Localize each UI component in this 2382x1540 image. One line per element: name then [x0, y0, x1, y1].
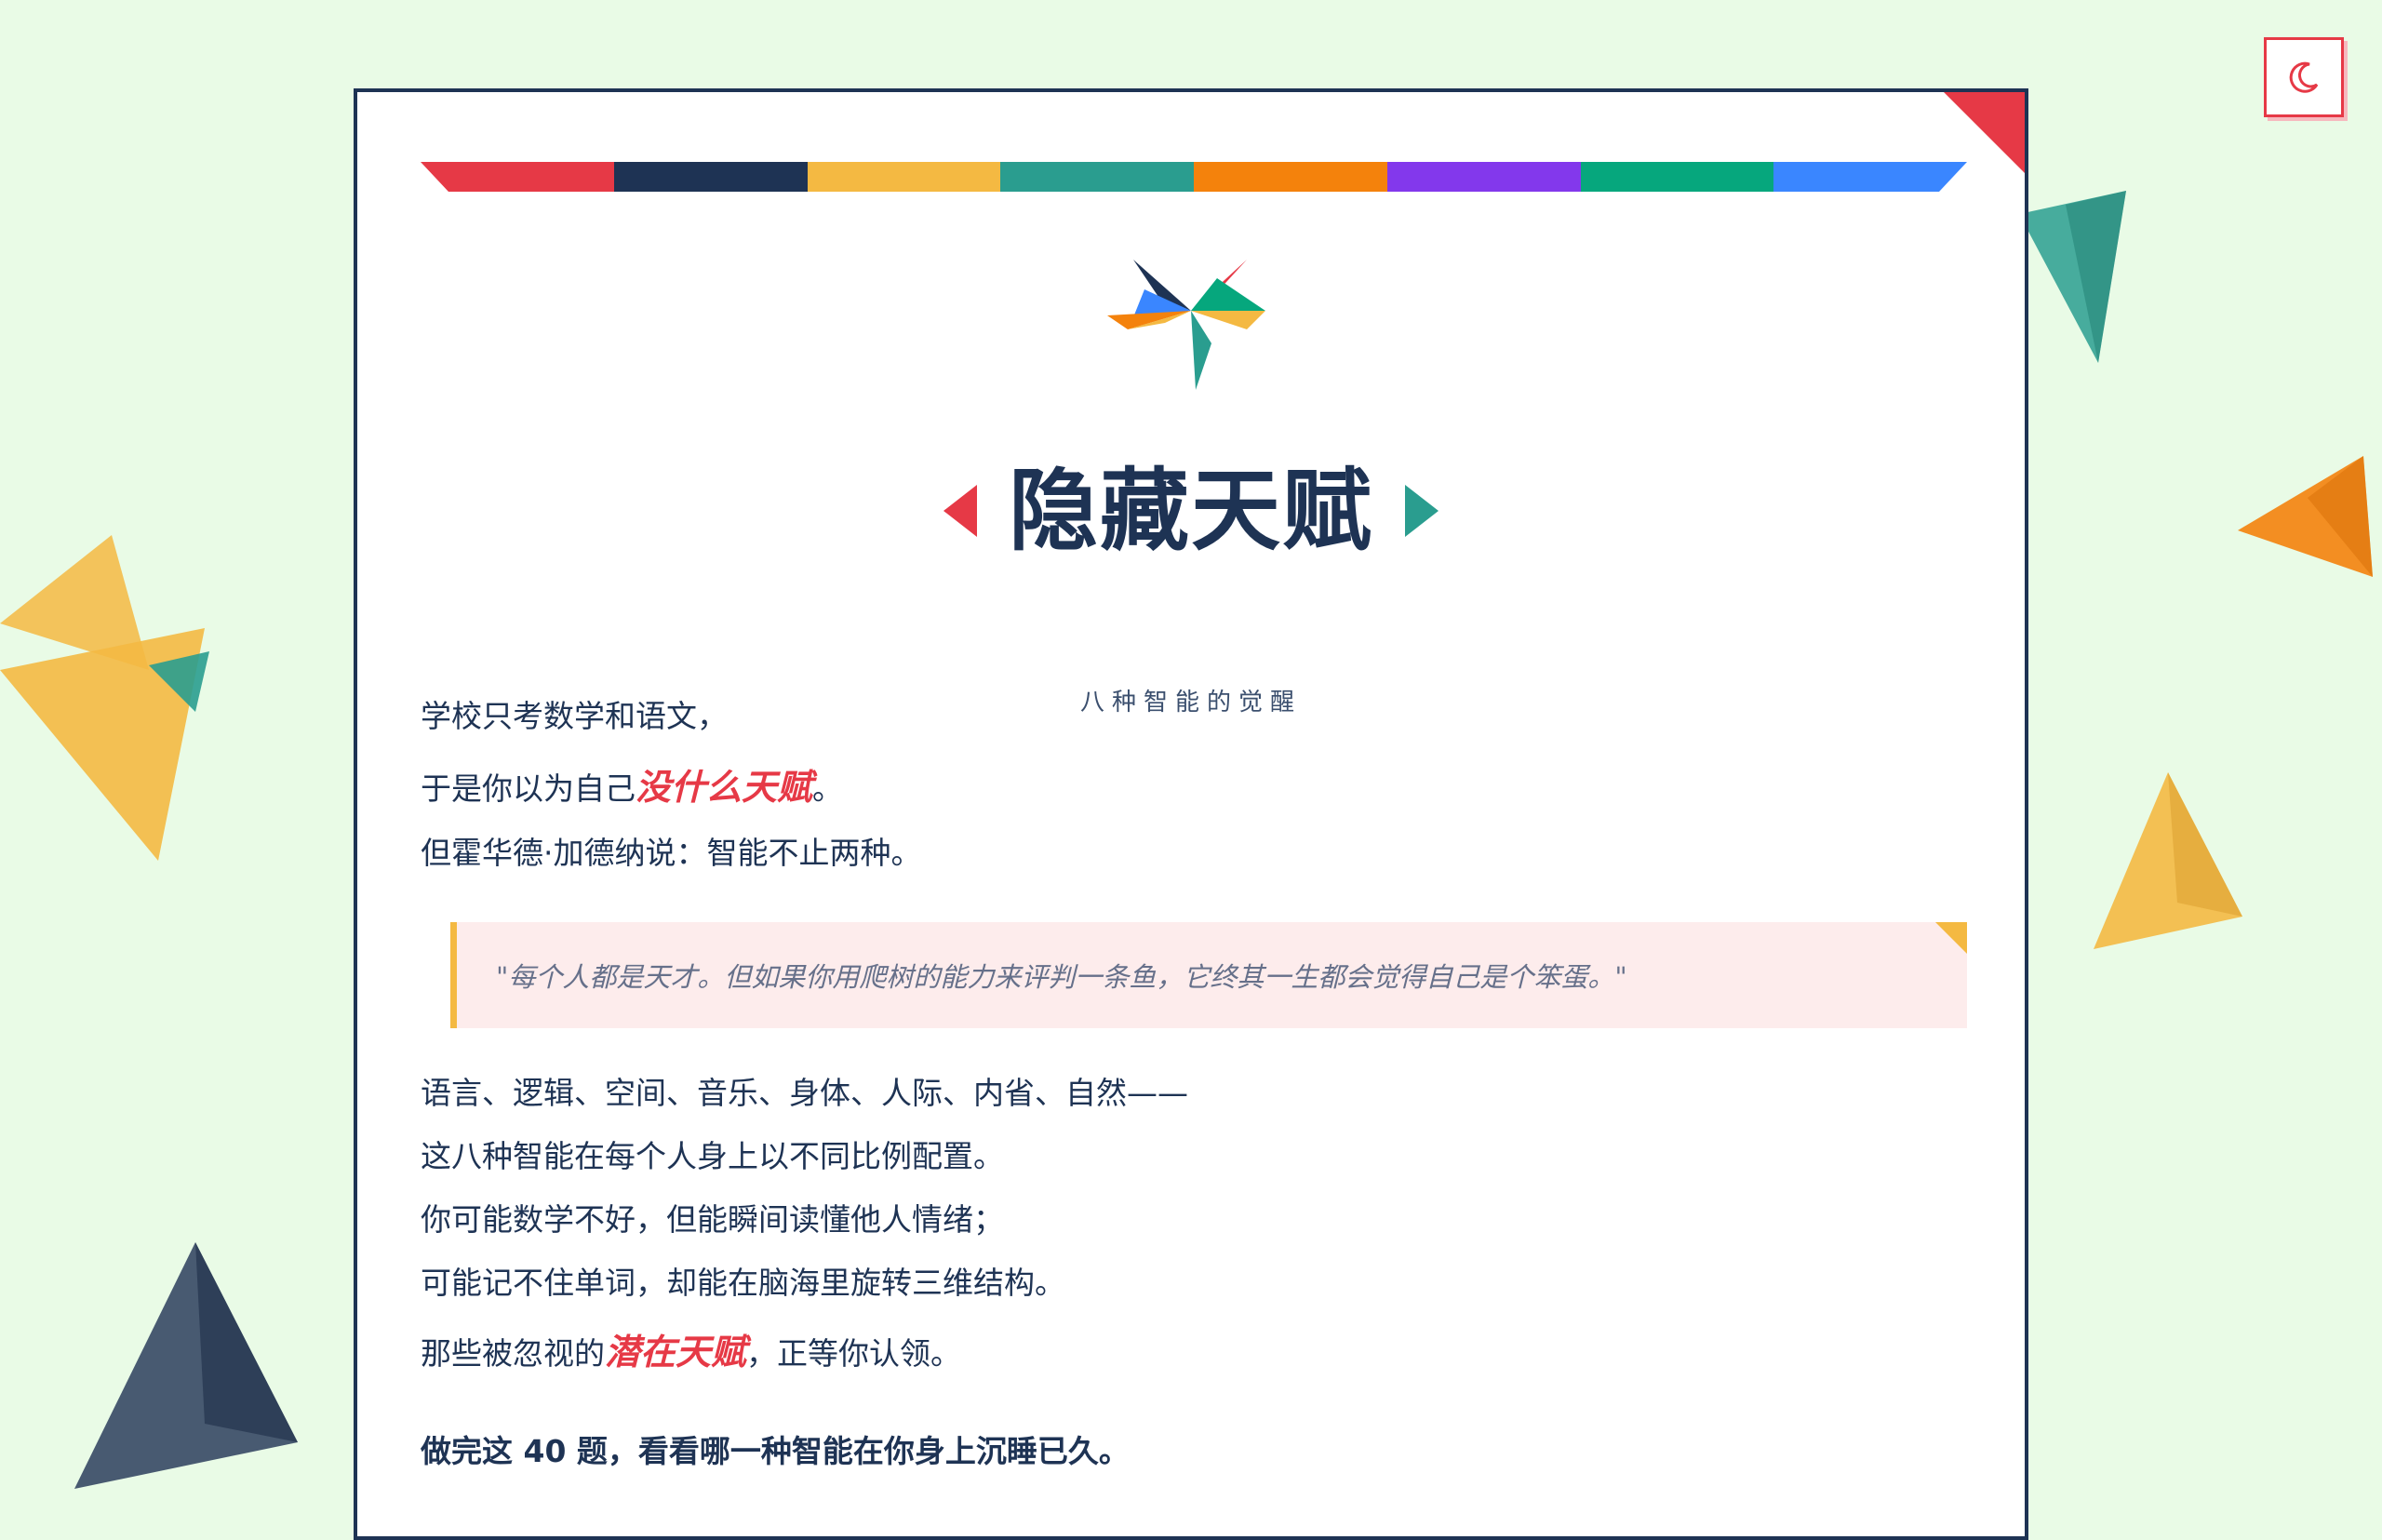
intro-card: 隐藏天赋 八种智能的觉醒 学校只考数学和语文， 于是你以为自己没什么天赋。 但霍… [354, 88, 2028, 1540]
decor-triangle-yellow-left [0, 535, 209, 861]
title-right-triangle-icon [1405, 485, 1439, 537]
body-highlight: 潜在天赋 [605, 1331, 747, 1373]
body-line-5: 那些被忽视的潜在天赋，正等你认领。 [421, 1329, 961, 1374]
decor-triangle-orange [2238, 456, 2373, 577]
decor-triangle-yellow-right [2094, 772, 2242, 949]
decor-triangle-teal [2019, 191, 2126, 363]
title-row: 隐藏天赋 [357, 446, 2025, 576]
body-line-1: 语言、逻辑、空间、音乐、身体、人际、内省、自然—— [421, 1075, 1188, 1111]
body-line-2: 这八种智能在每个人身上以不同比例配置。 [421, 1138, 1004, 1174]
intro-line-2-suffix: 。 [812, 770, 844, 807]
title-left-triangle-icon [943, 485, 977, 537]
body-line-5-suffix: ，正等你认领。 [746, 1335, 962, 1372]
cta-text: 做完这 40 题，看看哪一种智能在你身上沉睡已久。 [421, 1433, 1130, 1469]
moon-icon [2289, 61, 2319, 93]
intro-line-2: 于是你以为自己没什么天赋。 [421, 764, 843, 810]
intro-line-2-prefix: 于是你以为自己 [421, 770, 636, 807]
body-line-3: 你可能数学不好，但能瞬间读懂他人情绪； [421, 1201, 1004, 1238]
page-title: 隐藏天赋 [1009, 458, 1373, 563]
pinwheel-logo-icon [1107, 260, 1265, 390]
quote-block: "每个人都是天才。但如果你用爬树的能力来评判一条鱼，它终其一生都会觉得自己是个笨… [450, 922, 1967, 1028]
body-line-5-prefix: 那些被忽视的 [421, 1335, 605, 1372]
intro-line-1: 学校只考数学和语文， [421, 698, 728, 734]
intro-line-3: 但霍华德·加德纳说：智能不止两种。 [421, 835, 922, 871]
body-line-4: 可能记不住单词，却能在脑海里旋转三维结构。 [421, 1265, 1065, 1301]
quote-text: "每个人都是天才。但如果你用爬树的能力来评判一条鱼，它终其一生都会觉得自己是个笨… [496, 961, 1627, 993]
decor-triangle-navy [74, 1242, 298, 1489]
rainbow-stripe [421, 162, 1967, 192]
theme-toggle-button[interactable] [2264, 37, 2344, 117]
intro-highlight: 没什么天赋 [636, 766, 813, 808]
quote-corner-accent [1935, 922, 1967, 954]
